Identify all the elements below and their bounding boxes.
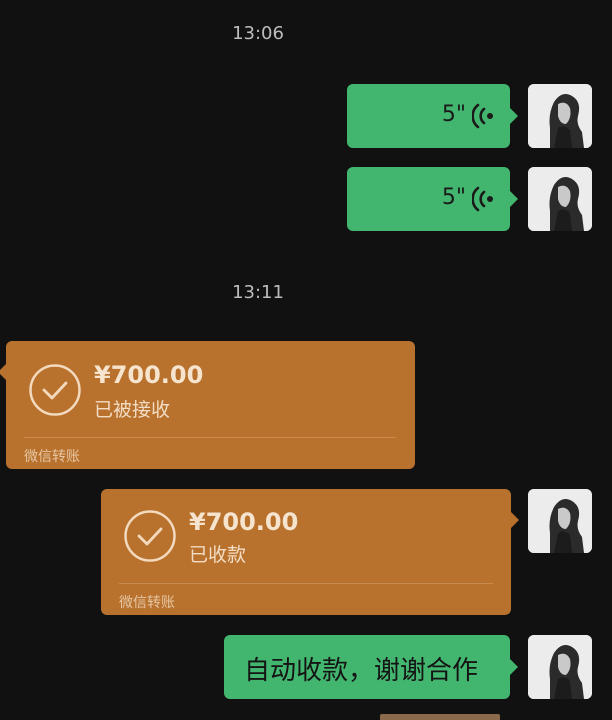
transfer-status: 已收款 (189, 544, 247, 566)
bubble-tail (510, 108, 518, 124)
avatar[interactable] (528, 84, 592, 148)
voice-wave-icon (471, 186, 496, 216)
bubble-tail (510, 191, 518, 207)
transfer-status: 已被接收 (94, 399, 171, 421)
avatar[interactable] (528, 489, 592, 553)
bubble-tail (511, 512, 519, 528)
transfer-amount: ¥700.00 (189, 508, 299, 536)
bubble-tail (510, 659, 518, 675)
voice-duration: 5" (441, 185, 466, 210)
divider (24, 437, 396, 438)
transfer-footer: 微信转账 (119, 595, 175, 611)
voice-duration: 5" (441, 102, 466, 127)
timestamp: 13:06 (232, 23, 284, 44)
divider (119, 583, 493, 584)
next-message-peek (380, 714, 500, 720)
transfer-footer: 微信转账 (24, 449, 80, 465)
text-message[interactable]: 自动收款，谢谢合作 (224, 635, 510, 699)
timestamp: 13:11 (232, 282, 284, 303)
message-text: 自动收款，谢谢合作 (244, 656, 479, 686)
transfer-card[interactable]: ¥700.00 已被接收 微信转账 (6, 341, 415, 469)
check-circle-icon (123, 509, 177, 567)
voice-message[interactable]: 5" (347, 167, 510, 231)
avatar[interactable] (528, 167, 592, 231)
voice-message[interactable]: 5" (347, 84, 510, 148)
transfer-amount: ¥700.00 (94, 361, 204, 389)
transfer-card[interactable]: ¥700.00 已收款 微信转账 (101, 489, 511, 615)
avatar[interactable] (528, 635, 592, 699)
check-circle-icon (28, 363, 82, 421)
voice-wave-icon (471, 103, 496, 133)
